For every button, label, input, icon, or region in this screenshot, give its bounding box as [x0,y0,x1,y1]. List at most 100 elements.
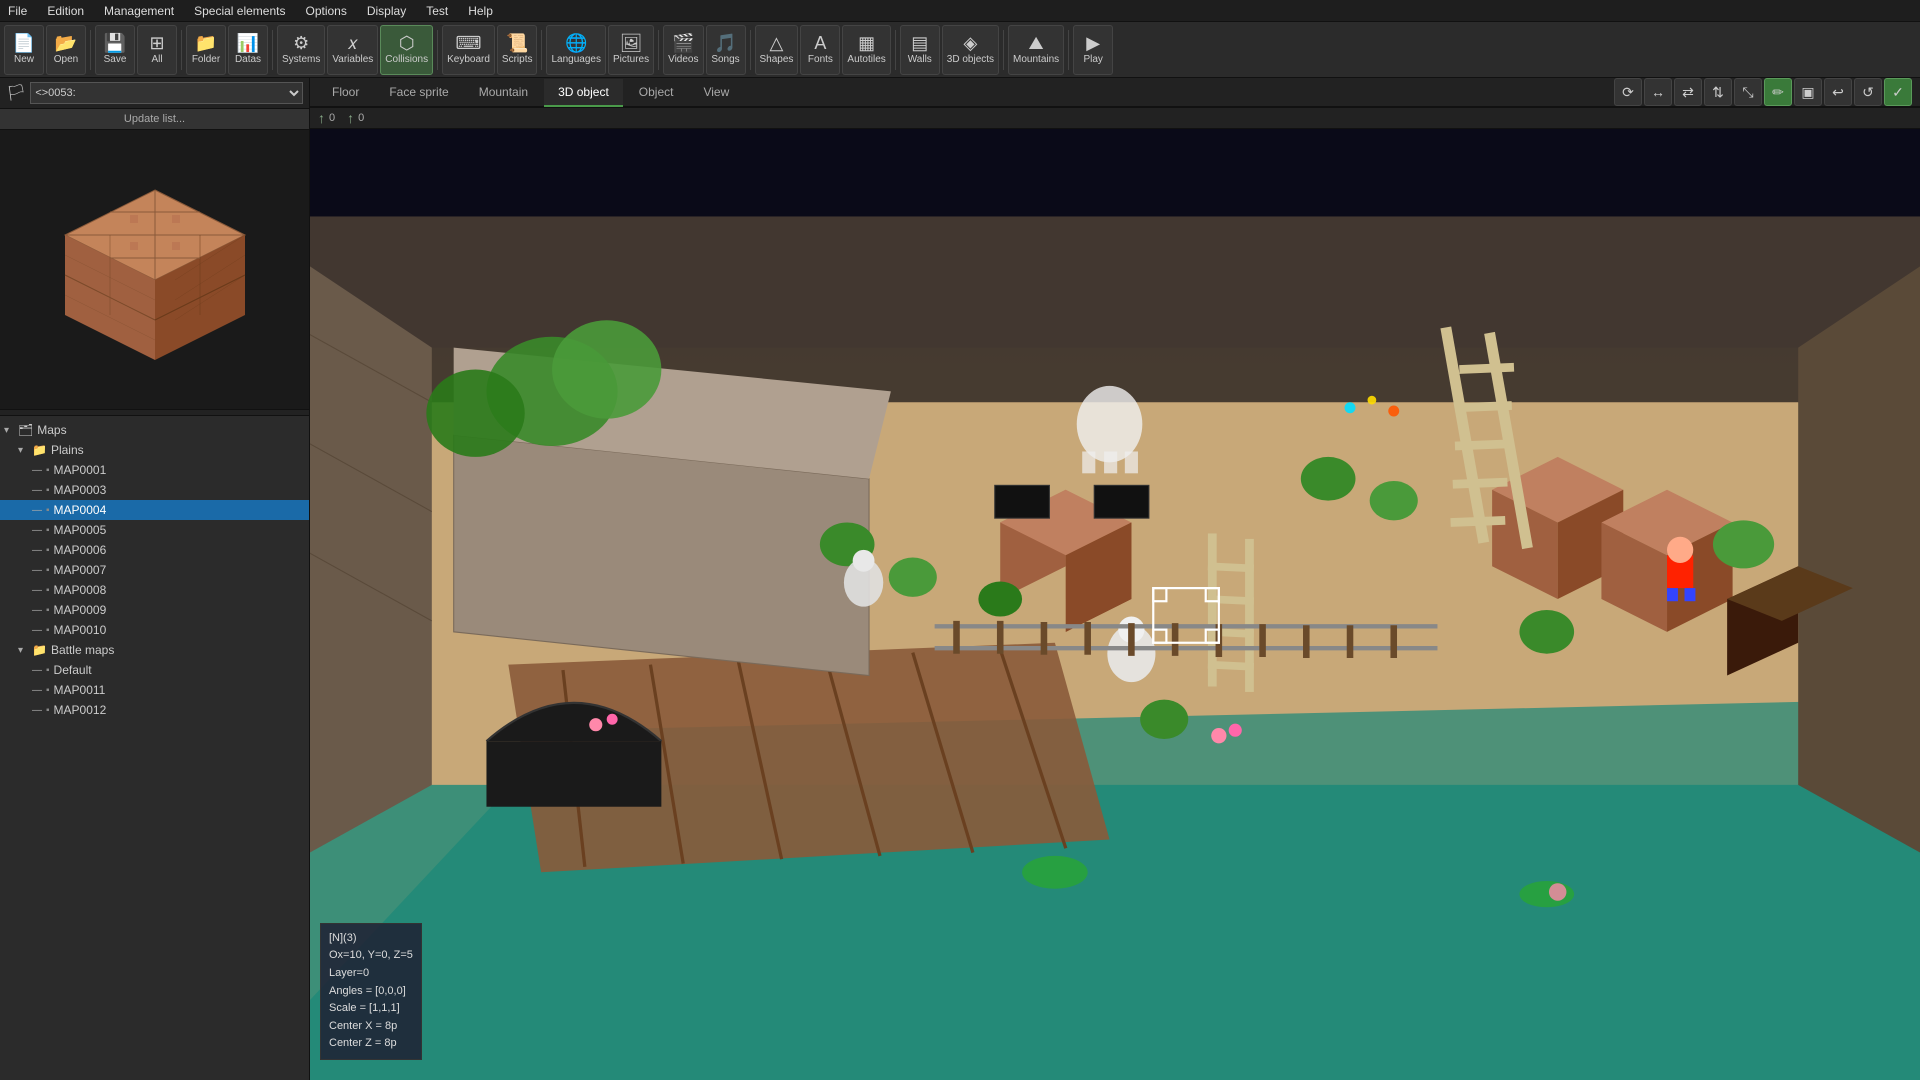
map-selector-flag: 🏳 [6,83,26,103]
menu-test[interactable]: Test [422,4,452,18]
toolbar-btn-systems[interactable]: ⚙Systems [277,25,325,75]
toolbar-btn-pictures[interactable]: 🖼 Pictures [608,25,654,75]
all-label: All [151,54,162,65]
toolbar-btn-keyboard[interactable]: ⌨ Keyboard [442,25,495,75]
menu-file[interactable]: File [4,4,31,18]
toolbar-separator [541,30,542,70]
tree-map-MAP0009[interactable]: — ▪ MAP0009 [0,600,309,620]
toolbar-btn-play[interactable]: ▶Play [1073,25,1113,75]
view-move-btn[interactable]: ↔ [1644,78,1672,106]
tab-object[interactable]: Object [625,79,688,107]
autotiles-label: Autotiles [847,54,885,65]
toolbar-btn-mountains[interactable]: ⛰Mountains [1008,25,1064,75]
menu-display[interactable]: Display [363,4,410,18]
shapes-icon: △ [770,34,784,52]
main-toolbar: 📄New📂Open💾Save⊞All📁Folder📊Datas⚙Systems𝑥… [0,22,1920,78]
tree-map-MAP0004[interactable]: — ▪ MAP0004 [0,500,309,520]
update-list-button[interactable]: Update list... [0,109,309,130]
toolbar-separator [1003,30,1004,70]
languages-icon: 🌐 [565,34,587,52]
object-preview [0,130,309,410]
new-label: New [14,54,34,65]
tree-battle-maps-group[interactable]: ▾ 📁 Battle maps [0,640,309,660]
collisions-icon: ⬡ [399,34,415,52]
toolbar-btn-languages[interactable]: 🌐 Languages [546,25,606,75]
toolbar-separator [90,30,91,70]
toolbar-btn-variables[interactable]: 𝑥Variables [327,25,378,75]
toolbar-btn-3dobjects[interactable]: ◈3D objects [942,25,999,75]
coord-row1: ↑ 0 [318,110,335,126]
datas-icon: 📊 [237,34,259,52]
scripts-icon: 📜 [506,34,528,52]
view-rotate-y-btn[interactable]: ⇅ [1704,78,1732,106]
tree-plains-group[interactable]: ▾ 📁 Plains [0,440,309,460]
open-icon: 📂 [55,34,77,52]
coord-value-1: 0 [329,112,335,124]
toolbar-btn-open[interactable]: 📂Open [46,25,86,75]
toolbar-btn-autotiles[interactable]: ▦Autotiles [842,25,890,75]
toolbar-btn-new[interactable]: 📄New [4,25,44,75]
videos-label: Videos [668,54,698,65]
toolbar-btn-songs[interactable]: 🎵Songs [706,25,746,75]
tab-mountain[interactable]: Mountain [465,79,542,107]
tree-map-MAP0010[interactable]: — ▪ MAP0010 [0,620,309,640]
view-rotate-x-btn[interactable]: ⇄ [1674,78,1702,106]
pictures-icon: 🖼 [620,34,643,52]
toolbar-btn-folder[interactable]: 📁Folder [186,25,226,75]
tree-map-MAP0011[interactable]: — ▪ MAP0011 [0,680,309,700]
tab-3d-object[interactable]: 3D object [544,79,623,107]
walls-icon: ▤ [911,34,928,52]
toolbar-btn-walls[interactable]: ▤Walls [900,25,940,75]
crate-preview-image [45,160,265,380]
tab-face-sprite[interactable]: Face sprite [375,79,462,107]
menu-management[interactable]: Management [100,4,178,18]
tree-map-MAP0012[interactable]: — ▪ MAP0012 [0,700,309,720]
tree-map-MAP0005[interactable]: — ▪ MAP0005 [0,520,309,540]
tree-map-MAP0001[interactable]: — ▪ MAP0001 [0,460,309,480]
menu-edition[interactable]: Edition [43,4,88,18]
tree-default-item[interactable]: — ▪ Default [0,660,309,680]
menu-bar: File Edition Management Special elements… [0,0,1920,22]
keyboard-label: Keyboard [447,54,490,65]
view-draw-btn[interactable]: ✏ [1764,78,1792,106]
view-toolbar: ⟳ ↔ ⇄ ⇅ ⤡ ✏ ▣ ↩ ↺ ✓ [1614,78,1912,106]
content-area: Floor Face sprite Mountain 3D object Obj… [310,78,1920,1080]
videos-icon: 🎬 [672,34,694,52]
tree-map-MAP0006[interactable]: — ▪ MAP0006 [0,540,309,560]
toolbar-btn-datas[interactable]: 📊Datas [228,25,268,75]
collisions-label: Collisions [385,54,428,65]
view-undo-btn[interactable]: ↩ [1824,78,1852,106]
keyboard-icon: ⌨ [456,34,482,52]
toolbar-btn-shapes[interactable]: △Shapes [755,25,799,75]
menu-special-elements[interactable]: Special elements [190,4,289,18]
fonts-icon: A [814,34,826,52]
menu-options[interactable]: Options [301,4,350,18]
view-redo-btn[interactable]: ↺ [1854,78,1882,106]
menu-help[interactable]: Help [464,4,497,18]
toolbar-btn-save[interactable]: 💾Save [95,25,135,75]
tree-map-MAP0008[interactable]: — ▪ MAP0008 [0,580,309,600]
toolbar-btn-all[interactable]: ⊞All [137,25,177,75]
toolbar-btn-collisions[interactable]: ⬡ Collisions [380,25,433,75]
pictures-label: Pictures [613,54,649,65]
view-scale-btn[interactable]: ⤡ [1734,78,1762,106]
view-confirm-btn[interactable]: ✓ [1884,78,1912,106]
toolbar-btn-videos[interactable]: 🎬 Videos [663,25,703,75]
toolbar-btn-fonts[interactable]: AFonts [800,25,840,75]
view-refresh-btn[interactable]: ⟳ [1614,78,1642,106]
tree-maps-root[interactable]: ▾ 🗂 Maps [0,420,309,440]
coord-row2: ↑ 0 [347,110,364,126]
folder-label: Folder [192,54,220,65]
languages-label: Languages [551,54,601,65]
map-selector-dropdown[interactable]: <>0053: [30,82,303,104]
tree-map-MAP0007[interactable]: — ▪ MAP0007 [0,560,309,580]
tab-view[interactable]: View [689,79,743,107]
tree-map-MAP0003[interactable]: — ▪ MAP0003 [0,480,309,500]
songs-label: Songs [711,54,739,65]
tab-floor[interactable]: Floor [318,79,373,107]
view-select-btn[interactable]: ▣ [1794,78,1822,106]
toolbar-btn-scripts[interactable]: 📜Scripts [497,25,538,75]
map-viewport[interactable]: [N](3) Ox=10, Y=0, Z=5 Layer=0 Angles = … [310,129,1920,1080]
play-label: Play [1083,54,1102,65]
coord-arrow-1: ↑ [318,110,325,126]
